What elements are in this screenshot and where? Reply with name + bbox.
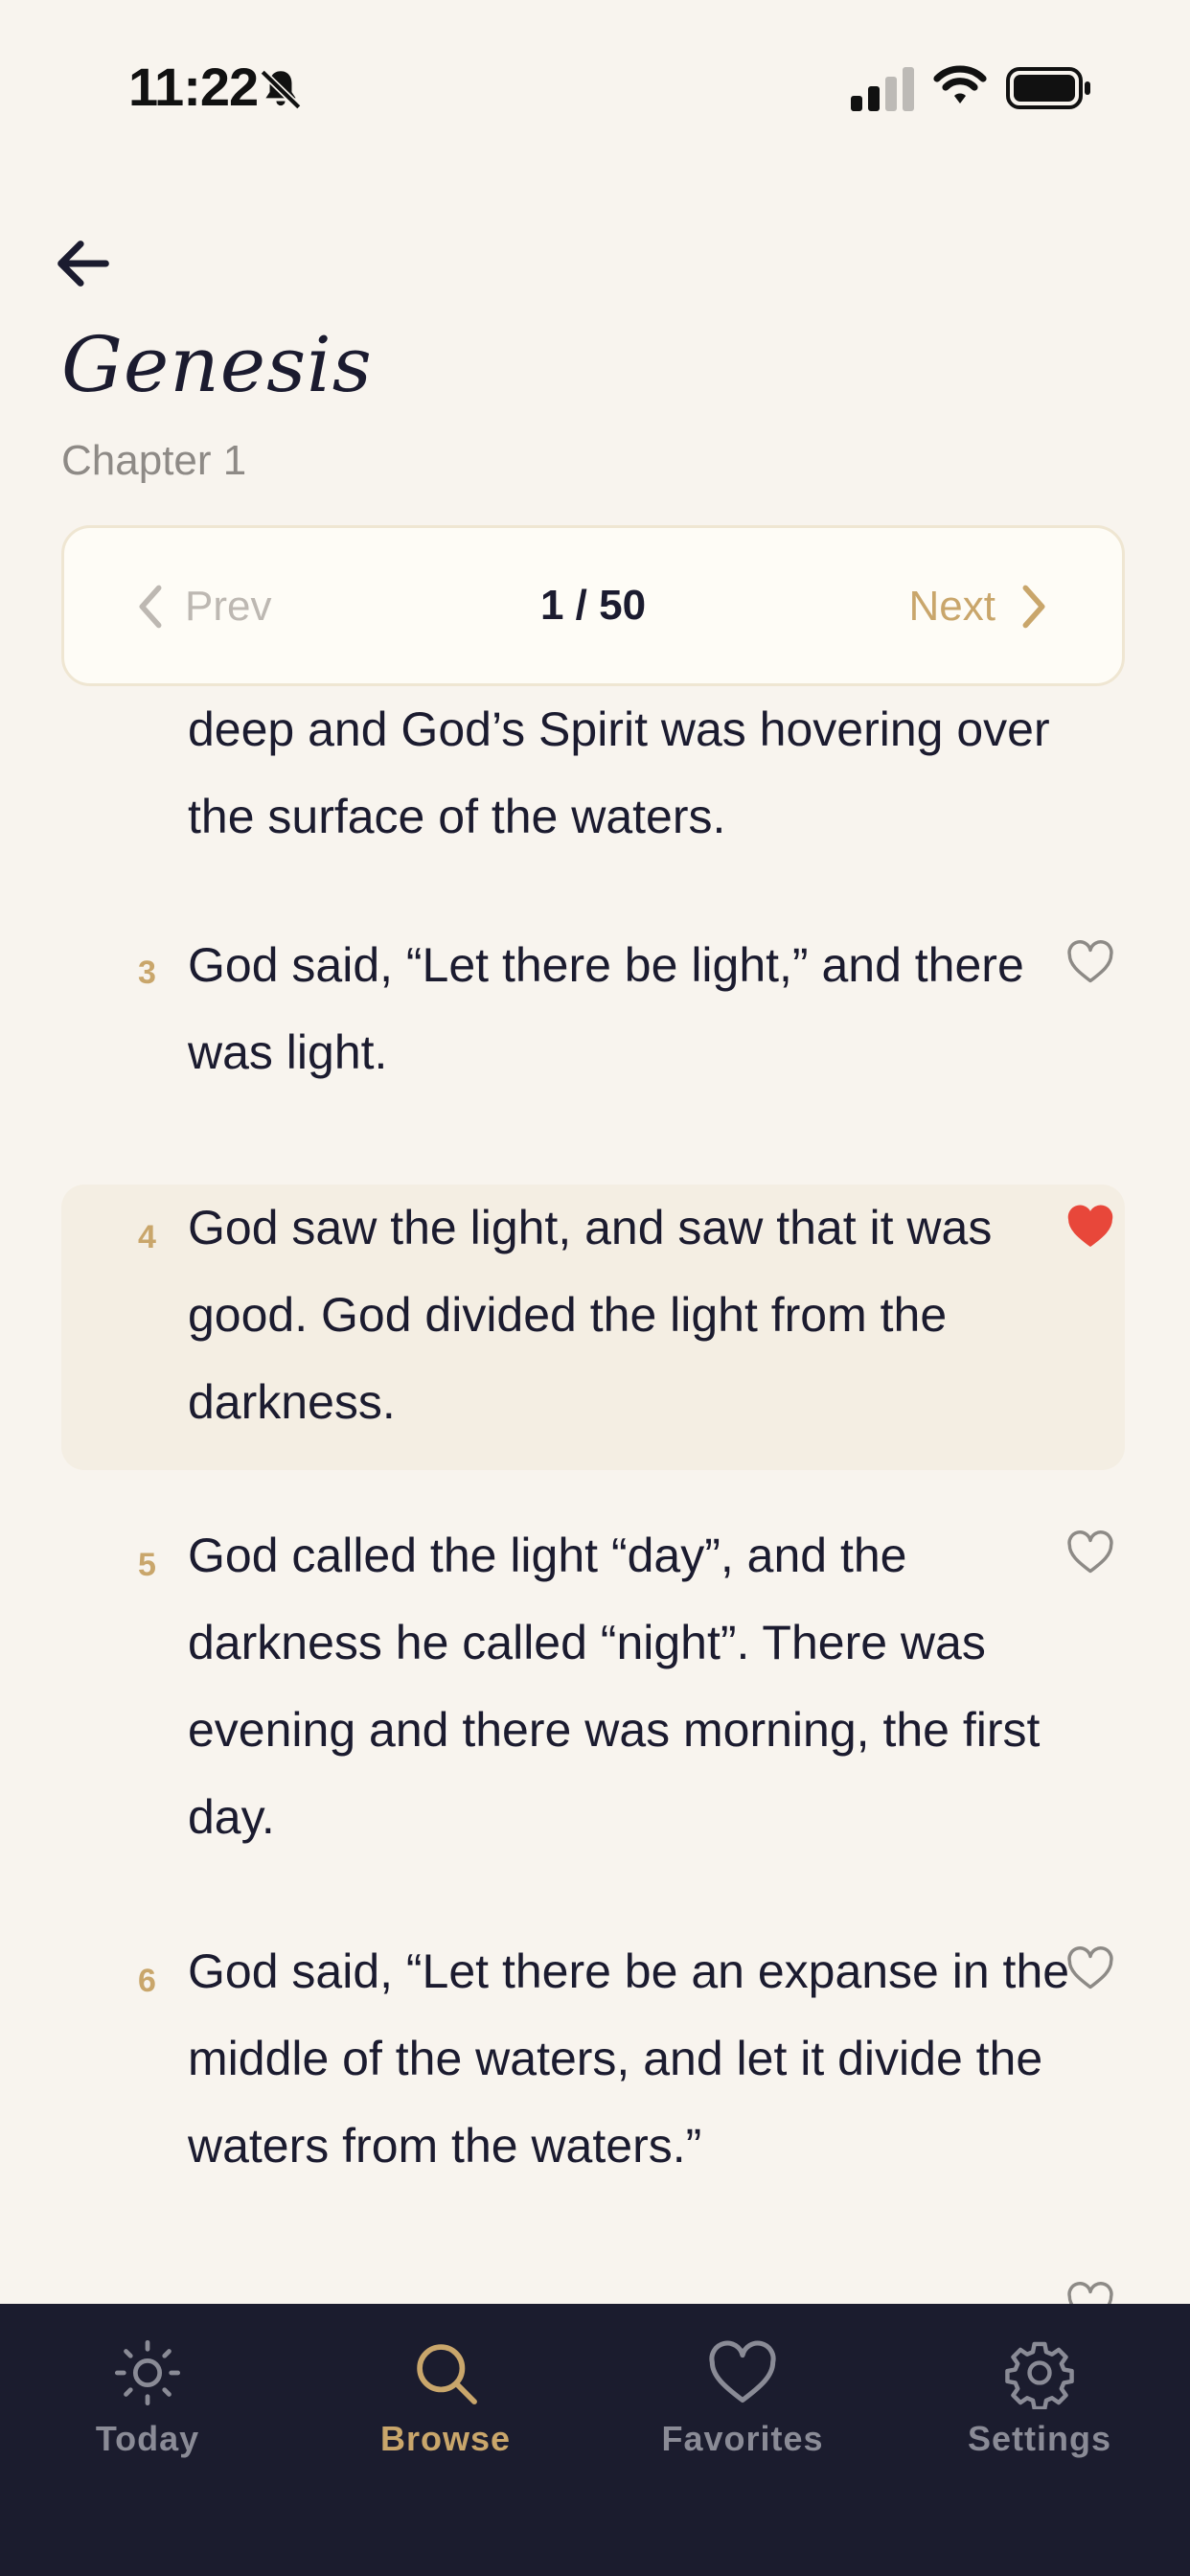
verse-number: 4 xyxy=(138,1219,156,1255)
verse-number: 6 xyxy=(138,1963,156,1999)
tab-bar: Today Browse Favorites Settings xyxy=(0,2304,1190,2576)
verse-item: 3 God said, “Let there be light,” and th… xyxy=(61,922,1125,1094)
heart-filled-icon[interactable] xyxy=(1065,1204,1115,1250)
sun-icon xyxy=(114,2339,181,2406)
tab-label: Favorites xyxy=(661,2419,824,2458)
tab-label: Browse xyxy=(379,2419,512,2458)
wifi-icon xyxy=(933,65,987,104)
chapter-label: Chapter 1 xyxy=(61,437,247,484)
tab-browse[interactable]: Browse xyxy=(331,2336,561,2490)
verse-text: God said, “Let there be light,” and ther… xyxy=(188,938,1024,1079)
heart-outline-icon[interactable] xyxy=(1065,1945,1115,1991)
battery-icon xyxy=(1006,67,1090,109)
verse-item: 5 God called the light “day”, and the da… xyxy=(61,1512,1125,1867)
heart-outline-icon[interactable] xyxy=(1065,1530,1115,1576)
tab-settings[interactable]: Settings xyxy=(925,2336,1155,2490)
next-button[interactable]: Next xyxy=(909,576,1051,637)
tab-label: Settings xyxy=(967,2419,1111,2458)
chapter-pager: Prev 1 / 50 Next xyxy=(61,525,1125,686)
back-arrow-icon[interactable] xyxy=(50,230,117,297)
gear-icon xyxy=(1005,2341,1074,2409)
verse-text: God called the light “day”, and the dark… xyxy=(188,1529,1041,1844)
verse-item: 4 God saw the light, and saw that it was… xyxy=(61,1184,1125,1470)
status-time: 11:22 xyxy=(128,57,259,117)
search-icon xyxy=(417,2344,477,2404)
chevron-right-icon xyxy=(1022,585,1045,629)
verse-number: 3 xyxy=(138,954,156,991)
tab-today[interactable]: Today xyxy=(33,2336,263,2490)
next-label: Next xyxy=(908,583,995,630)
tab-favorites[interactable]: Favorites xyxy=(628,2336,858,2490)
heart-outline-icon[interactable] xyxy=(1065,939,1115,985)
heart-outline-icon[interactable] xyxy=(1065,2281,1115,2304)
verse-item: deep and God’s Spirit was hovering over … xyxy=(61,688,1125,843)
verse-list: deep and God’s Spirit was hovering over … xyxy=(0,688,1190,2304)
book-title: Genesis xyxy=(61,320,373,409)
heart-icon xyxy=(709,2340,776,2404)
verse-text: deep and God’s Spirit was hovering over … xyxy=(188,702,1050,843)
cellular-signal-icon xyxy=(851,67,914,111)
verse-text: God saw the light, and saw that it was g… xyxy=(188,1201,993,1429)
verse-text: God said, “Let there be an expanse in th… xyxy=(188,1944,1070,2173)
verse-item: 6 God said, “Let there be an expanse in … xyxy=(61,1928,1125,2196)
tab-label: Today xyxy=(95,2419,200,2458)
bell-slash-icon xyxy=(260,69,302,110)
status-bar: 11:22 xyxy=(0,0,1190,172)
verse-number: 5 xyxy=(138,1547,156,1583)
